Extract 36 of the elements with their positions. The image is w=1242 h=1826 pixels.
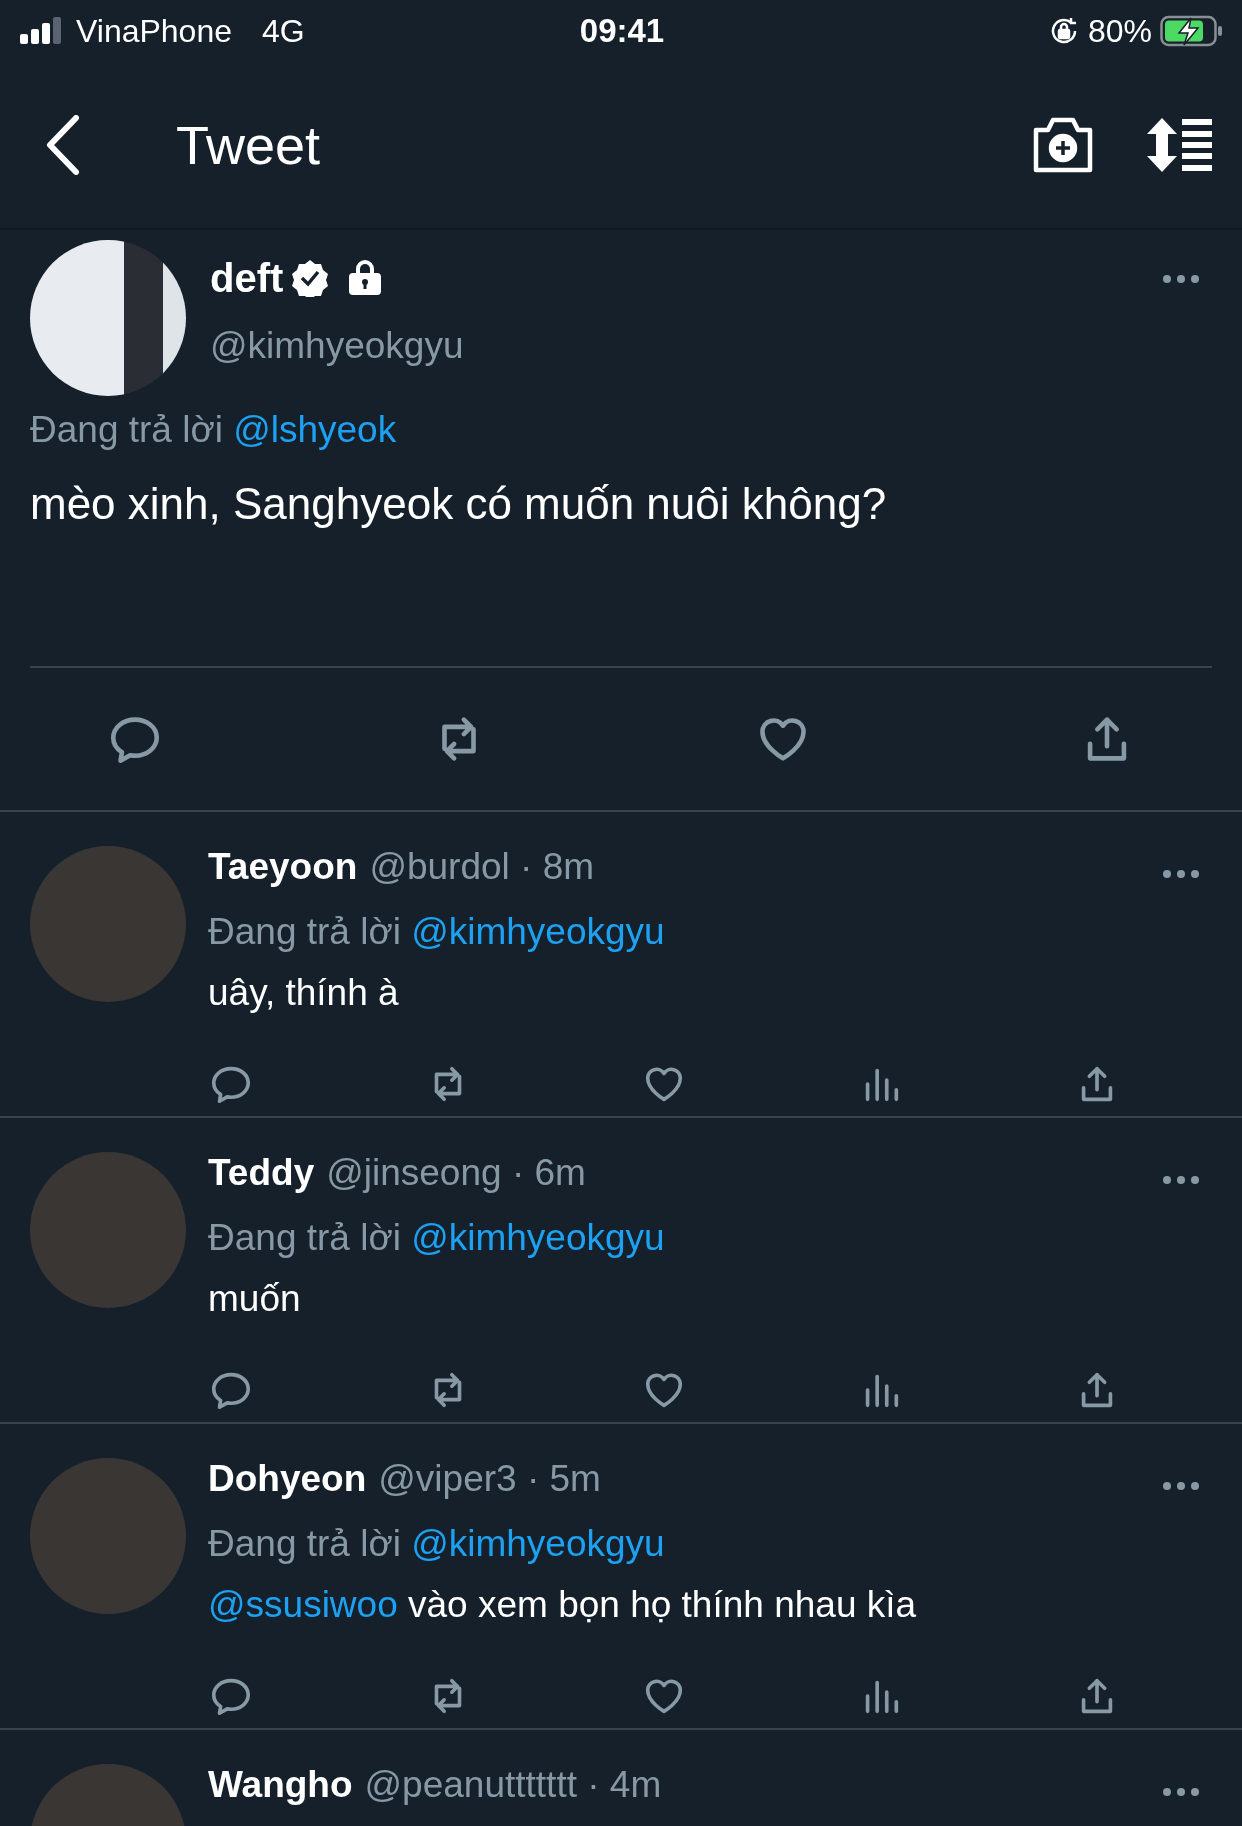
replying-to-text: Đang trả lời @kimhyeokgyu [208,1216,666,1260]
carrier-name: VinaPhone [76,12,232,50]
handle-and-time: @viper3 · 5m [378,1458,602,1500]
mention-link[interactable]: @kimhyeokgyu [411,911,665,952]
handle-and-time: @jinseong · 6m [326,1152,587,1194]
more-icon[interactable] [1162,1175,1200,1185]
reply-text: uây, thính à [208,971,400,1015]
more-icon[interactable] [1162,1787,1200,1797]
user-name: Wangho [208,1764,353,1806]
user-name: Taeyoon [208,846,358,888]
user-name: Teddy [208,1152,315,1194]
page-title: Tweet [176,114,322,176]
mention-link[interactable]: @kimhyeokgyu [411,1523,665,1564]
clock-time: 09:41 [579,12,665,50]
tweet-text: mèo xinh, Sanghyeok có muốn nuôi không? [30,478,888,530]
handle-and-time: @burdol · 8m [369,846,596,888]
more-icon[interactable] [1162,274,1200,284]
signal-icon [20,16,64,46]
replying-to-text: Đang trả lời @kimhyeokgyu [208,1522,666,1566]
reply-text: @ssusiwoo vào xem bọn họ thính nhau kìa [208,1583,918,1627]
mention-link[interactable]: @lshyeok [233,409,397,450]
more-icon[interactable] [1162,869,1200,879]
sort-icon[interactable] [1146,118,1212,172]
replying-to-text: Đang trả lời @lshyeok [30,408,398,452]
replying-to-text: Đang trả lời @kimhyeokgyu [208,910,666,954]
back-icon[interactable] [44,115,80,175]
mention-link[interactable]: @ssusiwoo [208,1584,398,1625]
handle-and-time: @peanuttttttt · 4m [364,1764,663,1806]
user-name: deft [210,255,284,301]
reply-text: muốn [208,1277,302,1321]
user-name: Dohyeon [208,1458,367,1500]
user-handle: @kimhyeokgyu [210,324,465,368]
battery-percent: 80% [1087,12,1152,50]
mention-link[interactable]: @kimhyeokgyu [411,1217,665,1258]
more-icon[interactable] [1162,1481,1200,1491]
network-type: 4G [262,12,305,50]
